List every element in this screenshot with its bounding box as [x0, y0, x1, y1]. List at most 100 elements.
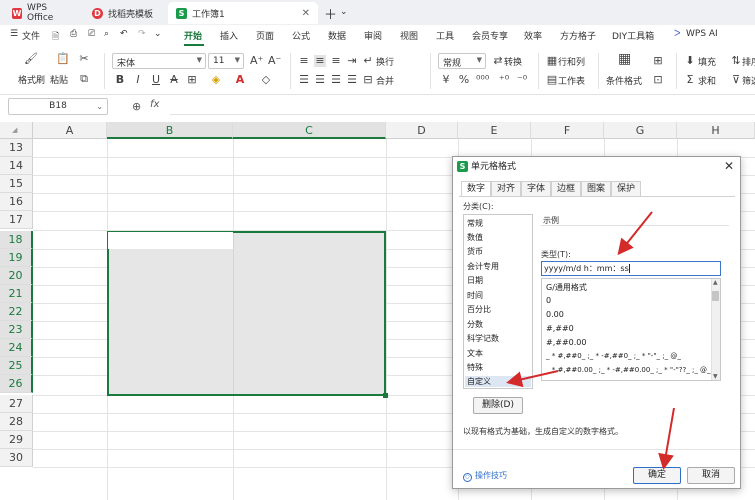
- tab-border[interactable]: 边框: [551, 181, 582, 196]
- column-header-b[interactable]: B: [107, 122, 233, 139]
- clear-icon[interactable]: ◇: [260, 74, 272, 86]
- table-style-icon[interactable]: ⊞: [652, 55, 664, 67]
- category-item[interactable]: 会计专用: [467, 261, 499, 272]
- row-header[interactable]: 13: [0, 139, 33, 157]
- increase-decimal-icon[interactable]: ⁺⁰: [498, 74, 510, 86]
- menu-efficiency[interactable]: 效率: [524, 29, 542, 42]
- column-header-g[interactable]: G: [604, 122, 677, 139]
- category-list[interactable]: 常规 数值 货币 会计专用 日期 时间 百分比 分数 科学记数 文本 特殊 自定…: [463, 214, 533, 389]
- format-list-scrollbar[interactable]: ▲ ▼: [711, 279, 720, 380]
- sum-button[interactable]: 求和: [698, 74, 716, 87]
- print-icon[interactable]: ⎚: [88, 29, 95, 39]
- fill-color-icon[interactable]: ◈: [210, 74, 222, 86]
- category-item[interactable]: 特殊: [467, 362, 483, 373]
- quick-access-dropdown-icon[interactable]: ⌄: [154, 29, 162, 39]
- menu-home[interactable]: 开始: [184, 29, 202, 42]
- menu-view[interactable]: 视图: [400, 29, 418, 42]
- wrap-text-button[interactable]: 换行: [376, 55, 394, 68]
- tips-link[interactable]: ○ 操作技巧: [463, 470, 507, 482]
- delete-format-button[interactable]: 删除(D): [473, 397, 523, 414]
- format-code-item[interactable]: 0: [546, 296, 551, 305]
- bold-icon[interactable]: B: [114, 74, 126, 86]
- menu-formula[interactable]: 公式: [292, 29, 310, 42]
- ok-button[interactable]: 确定: [633, 467, 681, 484]
- export-icon[interactable]: ⎙: [70, 29, 77, 39]
- menu-diy-toolbox[interactable]: DIY工具箱: [612, 29, 654, 42]
- column-header-h[interactable]: H: [677, 122, 755, 139]
- cell-selection-range[interactable]: [107, 231, 386, 396]
- column-header-f[interactable]: F: [531, 122, 604, 139]
- column-header-a[interactable]: A: [33, 122, 107, 139]
- select-all-corner[interactable]: ◢: [0, 122, 33, 139]
- percent-icon[interactable]: %: [458, 74, 470, 86]
- paste-button[interactable]: 粘贴: [50, 73, 68, 86]
- sort-button[interactable]: 排序: [742, 55, 755, 68]
- align-center-icon[interactable]: ☰: [314, 74, 326, 86]
- close-tab-icon[interactable]: ✕: [302, 8, 310, 19]
- align-bottom-icon[interactable]: ≡: [330, 55, 342, 67]
- column-header-c[interactable]: C: [233, 122, 386, 139]
- menu-ffgz[interactable]: 方方格子: [560, 29, 596, 42]
- menu-insert[interactable]: 插入: [220, 29, 238, 42]
- conditional-format-button[interactable]: 条件格式: [606, 74, 642, 87]
- save-icon[interactable]: 🗎: [52, 29, 59, 45]
- category-item[interactable]: 货币: [467, 246, 483, 257]
- redo-icon[interactable]: ↷: [138, 29, 146, 39]
- format-code-item[interactable]: _ * #,##0_ ;_ * -#,##0_ ;_ * "-"_ ;_ @_: [546, 352, 681, 360]
- format-code-item[interactable]: G/通用格式: [546, 282, 587, 293]
- merge-button[interactable]: 合并: [376, 74, 394, 87]
- tab-number[interactable]: 数字: [461, 181, 492, 197]
- currency-icon[interactable]: ¥: [440, 74, 452, 86]
- cancel-button[interactable]: 取消: [687, 467, 735, 484]
- filter-button[interactable]: 筛选: [742, 74, 755, 87]
- menu-file[interactable]: 文件: [22, 29, 40, 42]
- menu-wps-ai[interactable]: WPS AI: [686, 29, 718, 39]
- row-header[interactable]: 23: [0, 321, 33, 339]
- align-top-icon[interactable]: ≡: [298, 55, 310, 67]
- row-header[interactable]: 22: [0, 303, 33, 321]
- zoom-icon[interactable]: ⊕: [132, 100, 141, 113]
- cut-icon[interactable]: ✂: [78, 53, 90, 65]
- format-code-list[interactable]: G/通用格式 0 0.00 #,##0 #,##0.00 _ * #,##0_ …: [541, 278, 721, 381]
- row-header[interactable]: 20: [0, 267, 33, 285]
- undo-icon[interactable]: ↶: [120, 29, 128, 39]
- row-header[interactable]: 19: [0, 249, 33, 267]
- row-header[interactable]: 28: [0, 413, 33, 431]
- thousands-icon[interactable]: ⁰⁰⁰: [476, 74, 489, 86]
- format-code-item[interactable]: 0.00: [546, 310, 564, 319]
- menu-tools[interactable]: 工具: [436, 29, 454, 42]
- category-item[interactable]: 分数: [467, 319, 483, 330]
- decrease-decimal-icon[interactable]: ⁻⁰: [516, 74, 528, 86]
- format-brush-button[interactable]: 格式刷: [18, 73, 45, 86]
- increase-font-icon[interactable]: A⁺: [250, 55, 263, 67]
- row-header[interactable]: 30: [0, 449, 33, 467]
- strikethrough-icon[interactable]: A: [168, 74, 180, 86]
- row-header[interactable]: 21: [0, 285, 33, 303]
- preview-icon[interactable]: ⌕: [104, 29, 109, 39]
- category-item[interactable]: 时间: [467, 290, 483, 301]
- menu-member[interactable]: 会员专享: [472, 29, 508, 42]
- category-item-custom[interactable]: 自定义: [465, 376, 531, 387]
- close-icon[interactable]: ✕: [724, 159, 734, 173]
- tab-pattern[interactable]: 图案: [581, 181, 612, 196]
- column-header-d[interactable]: D: [386, 122, 458, 139]
- row-header[interactable]: 25: [0, 357, 33, 375]
- indent-icon[interactable]: ⇥: [346, 55, 358, 67]
- row-col-button[interactable]: 行和列: [558, 55, 585, 68]
- category-item[interactable]: 日期: [467, 275, 483, 286]
- worksheet-button[interactable]: 工作表: [558, 74, 585, 87]
- align-left-icon[interactable]: ☰: [298, 74, 310, 86]
- category-item[interactable]: 常规: [467, 218, 483, 229]
- fill-handle[interactable]: [383, 393, 388, 398]
- type-input[interactable]: yyyy/m/d h：mm：ss: [541, 261, 721, 276]
- font-size-select[interactable]: 11 ▼: [208, 53, 244, 69]
- number-format-select[interactable]: 常规 ▼: [438, 53, 486, 69]
- italic-icon[interactable]: I: [132, 74, 144, 86]
- menu-page[interactable]: 页面: [256, 29, 274, 42]
- convert-button[interactable]: 转换: [504, 55, 522, 68]
- row-header[interactable]: 14: [0, 157, 33, 175]
- row-header[interactable]: 29: [0, 431, 33, 449]
- tab-template[interactable]: D 找稻壳模板: [84, 2, 166, 24]
- paste-icon[interactable]: 📋: [56, 53, 70, 65]
- row-header[interactable]: 17: [0, 211, 33, 229]
